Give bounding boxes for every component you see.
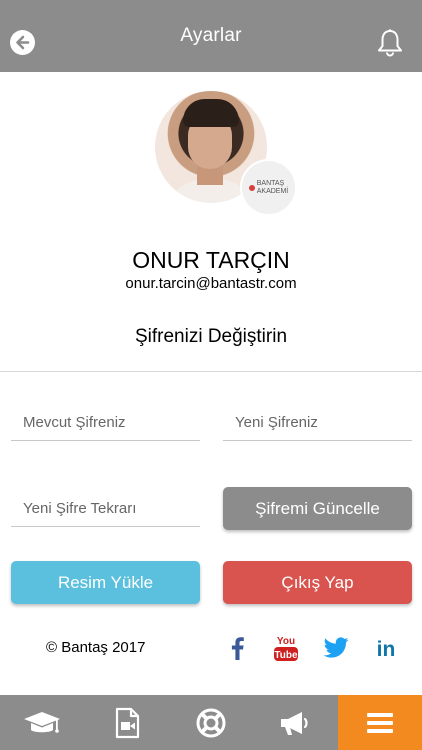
graduation-cap-icon (24, 711, 61, 733)
tab-courses[interactable] (0, 695, 84, 750)
tab-menu[interactable] (337, 695, 422, 750)
company-badge: BANTAŞ AKADEMİ (240, 159, 297, 216)
update-password-button[interactable]: Şifremi Güncelle (223, 487, 412, 530)
section-title: Şifrenizi Değiştirin (134, 326, 288, 347)
youtube-icon: You Tube (274, 636, 298, 661)
facebook-link[interactable] (223, 633, 251, 663)
svg-text:in: in (377, 638, 396, 659)
tab-videos[interactable] (84, 695, 168, 750)
menu-icon (366, 712, 393, 733)
page-title: Ayarlar (180, 25, 242, 46)
bell-icon (378, 29, 402, 57)
svg-text:Tube: Tube (274, 650, 298, 661)
back-button[interactable] (10, 30, 35, 55)
new-password-input[interactable] (235, 414, 412, 431)
profile-avatar-group: BANTAŞ AKADEMİ (155, 91, 297, 217)
tab-announcements[interactable] (253, 695, 337, 750)
current-password-field[interactable] (11, 405, 200, 441)
copyright-text: © Bantaş 2017 (46, 639, 146, 656)
linkedin-link[interactable]: in (372, 633, 400, 663)
new-password-field[interactable] (223, 405, 412, 441)
top-bar: Ayarlar (0, 0, 422, 72)
megaphone-icon (281, 711, 309, 735)
notifications-button[interactable] (376, 28, 404, 58)
lifebuoy-icon (196, 708, 226, 737)
twitter-link[interactable] (322, 633, 350, 663)
arrow-left-icon (16, 35, 30, 50)
divider (0, 371, 422, 372)
repeat-password-input[interactable] (23, 500, 200, 517)
user-email: onur.tarcin@bantastr.com (125, 275, 297, 292)
repeat-password-field[interactable] (11, 491, 200, 527)
bottom-tab-bar (0, 695, 422, 750)
linkedin-icon: in (377, 638, 396, 659)
user-name: ONUR TARÇIN (132, 247, 290, 273)
current-password-input[interactable] (23, 414, 200, 431)
twitter-icon (323, 637, 349, 658)
bantas-logo: BANTAŞ AKADEMİ (248, 180, 288, 196)
youtube-link[interactable]: You Tube (272, 633, 300, 663)
upload-image-button[interactable]: Resim Yükle (11, 561, 200, 604)
video-file-icon (115, 707, 139, 738)
facebook-icon (231, 637, 244, 660)
tab-support[interactable] (169, 695, 253, 750)
logout-button[interactable]: Çıkış Yap (223, 561, 412, 604)
svg-text:You: You (277, 636, 295, 647)
